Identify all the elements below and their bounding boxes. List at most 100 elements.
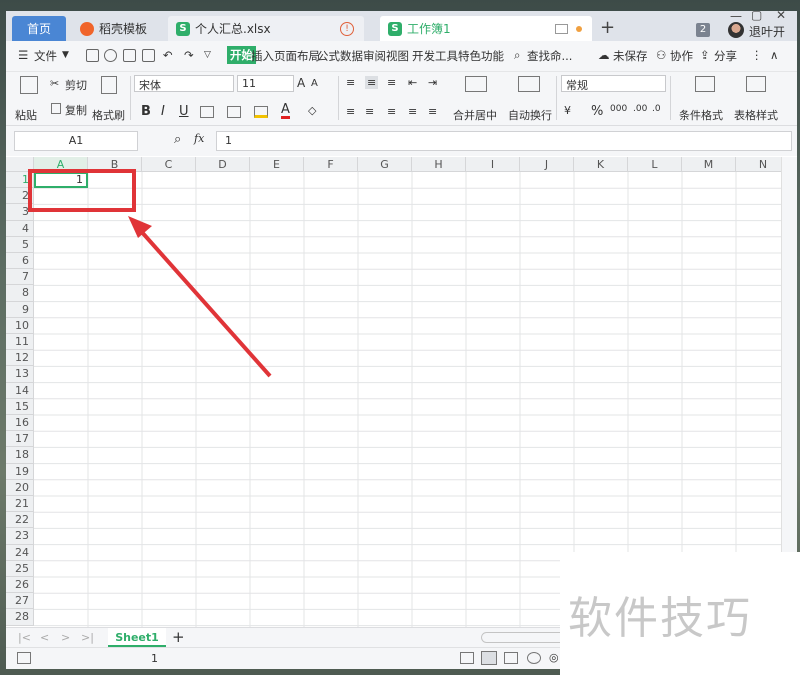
redo-icon[interactable]: ↷ — [184, 48, 194, 62]
normal-view-icon[interactable] — [481, 651, 497, 665]
new-tab-button[interactable]: + — [600, 17, 615, 38]
percent-icon[interactable]: % — [591, 104, 603, 119]
italic-button[interactable]: I — [161, 104, 165, 119]
tab-daoke-templates[interactable]: 稻壳模板 — [72, 16, 166, 41]
chevron-down-icon[interactable]: ▼ — [62, 50, 69, 60]
menu-special[interactable]: 特色功能 — [458, 48, 504, 64]
conditional-format-button[interactable]: 条件格式 — [679, 107, 723, 123]
menu-page-layout[interactable]: 页面布局 — [274, 48, 320, 64]
table-style-icon[interactable] — [746, 76, 766, 92]
next-sheet-icon[interactable]: > — [61, 631, 70, 644]
format-painter-icon[interactable] — [101, 76, 117, 94]
border-icon[interactable] — [200, 106, 214, 118]
macro-icon[interactable] — [17, 652, 31, 664]
font-size-select[interactable]: 11 — [237, 75, 294, 92]
fill-color-icon[interactable] — [254, 106, 268, 118]
sheet-tab-sheet1[interactable]: Sheet1 — [108, 628, 166, 647]
file-menu[interactable]: 文件 — [34, 48, 57, 64]
menu-insert[interactable]: 插入 — [251, 48, 274, 64]
font-color-icon[interactable]: A — [281, 103, 290, 119]
scissors-icon[interactable]: ✂ — [50, 77, 59, 90]
font-name-select[interactable]: 宋体 — [134, 75, 234, 92]
conditional-format-icon[interactable] — [695, 76, 715, 92]
copy-button[interactable]: 复制 — [65, 102, 87, 118]
tab-home[interactable]: 首页 — [12, 16, 66, 41]
number-format-select[interactable]: 常规 — [561, 75, 666, 92]
eye-protection-icon[interactable]: ◎ — [549, 651, 559, 664]
prev-sheet-icon[interactable]: < — [40, 631, 49, 644]
paste-icon[interactable] — [20, 76, 38, 94]
underline-button[interactable]: U — [179, 104, 189, 119]
name-box[interactable]: A1 — [14, 131, 138, 151]
merge-center-button[interactable]: 合并居中 — [453, 107, 497, 123]
unsaved-dot-icon — [576, 26, 582, 32]
spreadsheet-s-icon: S — [388, 21, 402, 36]
print-preview-icon[interactable] — [142, 49, 155, 62]
fx-icon[interactable]: fx — [194, 132, 204, 145]
unsaved-status[interactable]: 未保存 — [613, 48, 648, 64]
paste-button[interactable]: 粘贴 — [15, 107, 37, 123]
reading-mode-icon[interactable] — [527, 652, 541, 664]
save-icon[interactable] — [86, 49, 99, 62]
collab-button[interactable]: 协作 — [670, 48, 693, 64]
hamburger-icon[interactable]: ☰ — [18, 48, 28, 62]
quick-access-dropdown-icon[interactable]: ▽ — [204, 50, 211, 60]
first-sheet-icon[interactable]: |< — [18, 631, 31, 644]
menu-view[interactable]: 视图 — [386, 48, 409, 64]
add-sheet-button[interactable]: + — [172, 628, 185, 646]
logout-link[interactable]: 退叶开 — [749, 23, 785, 40]
eraser-icon[interactable]: ◇ — [308, 104, 316, 117]
window-count-badge[interactable]: 2 — [696, 23, 710, 37]
wrap-text-button[interactable]: 自动换行 — [508, 107, 552, 123]
fill-pattern-icon[interactable] — [227, 106, 241, 118]
copy-icon[interactable] — [51, 103, 61, 114]
align-bottom-icon[interactable]: ≡ — [387, 76, 396, 89]
warning-icon[interactable]: ! — [340, 22, 354, 36]
format-painter-button[interactable]: 格式刷 — [92, 107, 125, 123]
minimize-icon[interactable]: — — [730, 11, 742, 23]
thousands-icon[interactable]: 000 — [610, 104, 627, 114]
menu-data[interactable]: 数据 — [340, 48, 363, 64]
maximize-icon[interactable]: ▢ — [751, 11, 762, 22]
print-icon[interactable] — [123, 49, 136, 62]
menu-formula[interactable]: 公式 — [317, 48, 340, 64]
more-icon[interactable]: ⋮ — [751, 48, 763, 62]
align-top-icon[interactable]: ≡ — [346, 76, 355, 89]
formula-input[interactable]: 1 — [216, 131, 792, 151]
fullscreen-icon[interactable] — [460, 652, 474, 664]
align-center-icon[interactable]: ≡ — [365, 105, 374, 118]
bold-button[interactable]: B — [141, 104, 151, 119]
table-style-button[interactable]: 表格样式 — [734, 107, 778, 123]
cut-button[interactable]: 剪切 — [65, 77, 87, 93]
page-break-view-icon[interactable] — [504, 652, 518, 664]
search-icon[interactable]: ⌕ — [514, 48, 520, 63]
decrease-font-icon[interactable]: A — [311, 78, 318, 89]
undo-icon[interactable]: ↶ — [163, 48, 173, 62]
collapse-ribbon-icon[interactable]: ∧ — [770, 48, 778, 62]
align-left-icon[interactable]: ≡ — [346, 105, 355, 118]
indent-increase-icon[interactable]: ⇥ — [428, 76, 437, 89]
justify-icon[interactable]: ≡ — [408, 105, 417, 118]
menu-review[interactable]: 审阅 — [363, 48, 386, 64]
search-commands[interactable]: 查找命... — [527, 48, 572, 64]
align-middle-icon[interactable]: ≡ — [365, 76, 379, 89]
last-sheet-icon[interactable]: >| — [81, 631, 94, 644]
menu-developer[interactable]: 开发工具 — [412, 48, 458, 64]
wrap-text-icon[interactable] — [518, 76, 540, 92]
close-icon[interactable]: ✕ — [776, 11, 786, 22]
align-right-icon[interactable]: ≡ — [387, 105, 396, 118]
share-button[interactable]: 分享 — [714, 48, 737, 64]
merge-center-icon[interactable] — [465, 76, 487, 92]
indent-decrease-icon[interactable]: ⇤ — [408, 76, 417, 89]
distributed-icon[interactable]: ≡ — [428, 105, 437, 118]
increase-decimal-icon[interactable]: .00 — [633, 104, 647, 114]
monitor-icon[interactable] — [555, 24, 568, 34]
decrease-decimal-icon[interactable]: .0 — [652, 104, 661, 114]
increase-font-icon[interactable]: A — [297, 76, 305, 90]
tab-personal-summary[interactable]: S 个人汇总.xlsx! — [168, 16, 364, 41]
export-icon[interactable] — [104, 49, 117, 62]
zoom-search-icon[interactable]: ⌕ — [174, 132, 181, 147]
avatar[interactable] — [728, 22, 744, 38]
currency-icon[interactable]: ¥ — [564, 104, 571, 117]
tab-workbook1[interactable]: S 工作簿1 — [380, 16, 592, 41]
